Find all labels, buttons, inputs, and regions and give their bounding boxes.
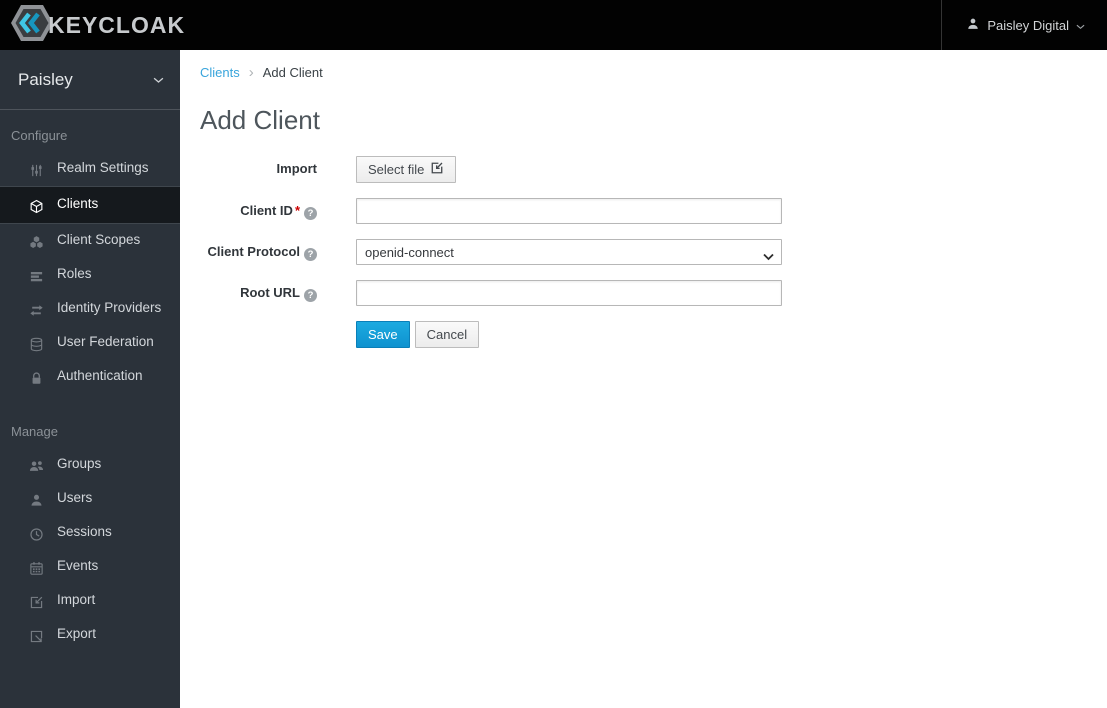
sidebar-item-identity-providers[interactable]: Identity Providers xyxy=(0,292,180,326)
calendar-icon xyxy=(28,553,45,583)
breadcrumb: Clients › Add Client xyxy=(200,65,1107,80)
sidebar-item-label: Realm Settings xyxy=(57,160,149,175)
sidebar-item-label: Identity Providers xyxy=(57,300,162,315)
exchange-arrows-icon xyxy=(28,295,45,325)
sidebar-item-label: Groups xyxy=(57,456,102,471)
sidebar-item-label: Clients xyxy=(57,196,99,211)
sidebar-item-groups[interactable]: Groups xyxy=(0,448,180,482)
root-url-input[interactable] xyxy=(356,280,782,306)
nav-section-label-manage: Manage xyxy=(11,424,58,439)
realm-selector[interactable]: Paisley xyxy=(0,50,180,110)
form-row-import: Import Select file xyxy=(200,156,1107,183)
group-icon xyxy=(28,451,45,481)
sidebar-item-label: Import xyxy=(57,592,96,607)
breadcrumb-separator: › xyxy=(248,64,254,81)
save-button[interactable]: Save xyxy=(356,321,410,348)
sidebar-item-clients[interactable]: Clients xyxy=(0,186,180,224)
import-icon xyxy=(430,161,444,178)
main-content: Clients › Add Client Add Client Import S… xyxy=(180,50,1107,708)
client-protocol-select[interactable]: openid-connect xyxy=(356,239,782,265)
form-actions: Save Cancel xyxy=(356,321,1107,348)
sidebar-item-authentication[interactable]: Authentication xyxy=(0,360,180,394)
sidebar-item-label: Sessions xyxy=(57,524,112,539)
page-title: Add Client xyxy=(200,105,320,135)
sidebar-item-label: Users xyxy=(57,490,93,505)
sidebar-item-user-federation[interactable]: User Federation xyxy=(0,326,180,360)
clock-icon xyxy=(28,519,45,549)
form-row-client-id: Client ID * xyxy=(200,198,1107,224)
sidebar: Paisley Configure Realm Settings Clients xyxy=(0,50,180,708)
client-id-input[interactable] xyxy=(356,198,782,224)
sidebar-item-events[interactable]: Events xyxy=(0,550,180,584)
sliders-icon xyxy=(28,155,45,185)
sidebar-item-label: Client Scopes xyxy=(57,232,141,247)
sidebar-item-client-scopes[interactable]: Client Scopes xyxy=(0,224,180,258)
field-label-import: Import xyxy=(276,161,317,176)
sidebar-item-label: Authentication xyxy=(57,368,143,383)
sidebar-item-export[interactable]: Export xyxy=(0,618,180,652)
sidebar-item-label: User Federation xyxy=(57,334,154,349)
chevron-down-icon xyxy=(1076,18,1085,33)
sidebar-item-label: Export xyxy=(57,626,97,641)
database-icon xyxy=(28,329,45,359)
breadcrumb-current: Add Client xyxy=(262,65,323,80)
chevron-down-icon xyxy=(153,71,164,89)
sidebar-item-sessions[interactable]: Sessions xyxy=(0,516,180,550)
cubes-icon xyxy=(28,227,45,257)
cube-icon xyxy=(28,191,45,221)
sidebar-item-users[interactable]: Users xyxy=(0,482,180,516)
user-icon xyxy=(966,17,980,34)
help-icon[interactable] xyxy=(304,289,317,302)
required-marker: * xyxy=(294,203,300,218)
help-icon[interactable] xyxy=(304,248,317,261)
cancel-button[interactable]: Cancel xyxy=(414,321,480,348)
user-menu[interactable]: Paisley Digital xyxy=(941,0,1107,50)
field-label-root-url: Root URL xyxy=(200,280,356,306)
nav-section-label-configure: Configure xyxy=(11,128,68,143)
user-icon xyxy=(28,485,45,515)
brand-text: KEYCLOAK xyxy=(48,11,186,38)
sidebar-item-roles[interactable]: Roles xyxy=(0,258,180,292)
list-icon xyxy=(28,261,45,291)
form-row-root-url: Root URL xyxy=(200,280,1107,306)
sidebar-item-label: Roles xyxy=(57,266,92,281)
form-row-client-protocol: Client Protocol openid-connect xyxy=(200,239,1107,265)
lock-icon xyxy=(28,363,45,393)
field-label-client-id: Client ID * xyxy=(200,198,356,224)
topbar: KEYCLOAK Paisley Digital xyxy=(0,0,1107,50)
select-file-button[interactable]: Select file xyxy=(356,156,457,183)
user-name: Paisley Digital xyxy=(987,17,1069,33)
sidebar-item-import[interactable]: Import xyxy=(0,584,180,618)
realm-name: Paisley xyxy=(18,69,73,89)
import-icon xyxy=(28,587,45,617)
help-icon[interactable] xyxy=(304,207,317,220)
sidebar-item-label: Events xyxy=(57,558,99,573)
sidebar-item-realm-settings[interactable]: Realm Settings xyxy=(0,152,180,186)
field-label-client-protocol: Client Protocol xyxy=(200,239,356,265)
sidebar-nav: Configure Realm Settings Clients Client … xyxy=(0,110,180,652)
export-icon xyxy=(28,621,45,651)
breadcrumb-link-clients[interactable]: Clients xyxy=(200,65,240,80)
keycloak-logo: KEYCLOAK xyxy=(0,3,185,48)
add-client-form: Import Select file Client ID *? Client P… xyxy=(200,156,1107,348)
